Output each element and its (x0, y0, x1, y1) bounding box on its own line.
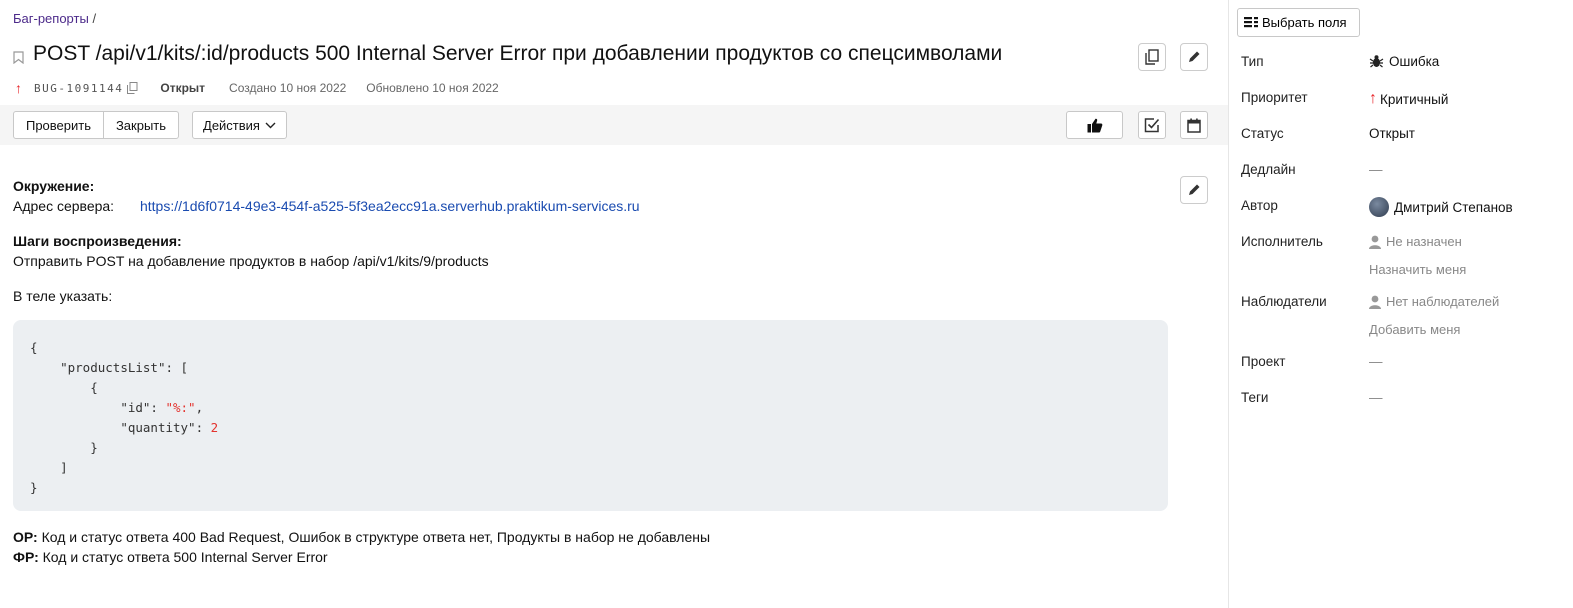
expected-label: ОР: (13, 529, 38, 545)
status-label: Статус (1241, 126, 1284, 141)
code-line: { (90, 380, 98, 395)
action-toolbar: Проверить Закрыть Действия (0, 105, 1228, 145)
select-fields-button[interactable]: Выбрать поля (1237, 8, 1360, 37)
server-url-link[interactable]: https://1d6f0714-49e3-454f-a525-5f3ea2ec… (140, 198, 640, 214)
updated-date: Обновлено 10 ноя 2022 (366, 81, 499, 95)
author-value[interactable]: Дмитрий Степанов (1369, 197, 1513, 217)
expected-text: Код и статус ответа 400 Bad Request, Оши… (41, 529, 711, 545)
priority-arrow-up-icon: ↑ (15, 80, 22, 96)
deadline-label: Дедлайн (1241, 162, 1296, 177)
user-icon (1369, 295, 1381, 309)
assignee-value-text: Не назначен (1386, 234, 1462, 249)
code-block: { "productsList": [ { "id": "%:", "quant… (13, 320, 1168, 511)
type-value-text: Ошибка (1389, 54, 1440, 69)
assign-me-link[interactable]: Назначить меня (1369, 262, 1466, 277)
priority-value[interactable]: ↑ Критичный (1369, 90, 1448, 108)
type-label: Тип (1241, 54, 1264, 69)
expected-result: ОР: Код и статус ответа 400 Bad Request,… (13, 529, 710, 545)
env-heading: Окружение: (13, 178, 94, 194)
status-badge: Открыт (160, 81, 206, 95)
code-line: ] (60, 460, 68, 475)
steps-heading: Шаги воспроизведения: (13, 233, 182, 249)
code-key: "productsList" (60, 360, 166, 375)
breadcrumb-separator: / (92, 11, 97, 26)
add-me-link[interactable]: Добавить меня (1369, 322, 1460, 337)
pencil-icon (1189, 184, 1200, 195)
code-line: } (30, 480, 38, 495)
server-label: Адрес сервера: (13, 198, 115, 214)
env-heading-text: Окружение: (13, 178, 95, 194)
deadline-value[interactable]: — (1369, 162, 1383, 177)
priority-value-text: Критичный (1380, 91, 1449, 107)
actual-text: Код и статус ответа 500 Internal Server … (42, 549, 328, 565)
step-1: Отправить POST на добавление продуктов в… (13, 253, 489, 269)
author-name: Дмитрий Степанов (1394, 199, 1513, 215)
actions-dropdown[interactable]: Действия (192, 111, 287, 139)
code-line: { (30, 340, 38, 355)
close-button[interactable]: Закрыть (103, 111, 179, 139)
code-key: "id" (120, 400, 151, 415)
chevron-down-icon (265, 122, 276, 128)
bug-icon (1369, 55, 1384, 68)
copy-link-button[interactable] (1138, 43, 1166, 71)
calendar-button[interactable] (1180, 111, 1208, 139)
issue-sidebar: Выбрать поля Тип Ошибка Приоритет ↑ Крит… (1228, 0, 1573, 608)
code-punct: : [ (165, 360, 189, 375)
thumbs-up-icon (1087, 118, 1102, 132)
assignee-label: Исполнитель (1241, 234, 1323, 249)
fields-list-icon (1244, 16, 1258, 27)
actual-label: ФР: (13, 549, 39, 565)
edit-description-button[interactable] (1180, 176, 1208, 204)
calendar-icon (1187, 118, 1201, 133)
actual-result: ФР: Код и статус ответа 500 Internal Ser… (13, 549, 328, 565)
breadcrumb: Баг-репорты / (13, 11, 96, 26)
copy-icon (1145, 49, 1159, 65)
bookmark-icon[interactable] (13, 50, 24, 64)
breadcrumb-link-bug-reports[interactable]: Баг-репорты (13, 11, 89, 26)
tags-value[interactable]: — (1369, 390, 1383, 405)
status-value[interactable]: Открыт (1369, 126, 1415, 141)
copy-key-icon[interactable] (127, 82, 138, 94)
server-row: Адрес сервера: https://1d6f0714-49e3-454… (13, 198, 640, 214)
priority-label: Приоритет (1241, 90, 1308, 105)
code-line: } (90, 440, 98, 455)
watchers-value[interactable]: Нет наблюдателей (1369, 294, 1499, 309)
user-icon (1369, 235, 1381, 249)
title-row: POST /api/v1/kits/:id/products 500 Inter… (13, 42, 1002, 66)
body-label: В теле указать: (13, 288, 113, 304)
type-value[interactable]: Ошибка (1369, 54, 1439, 69)
project-label: Проект (1241, 354, 1286, 369)
checklist-button[interactable] (1138, 111, 1166, 139)
checkbox-icon (1144, 118, 1160, 133)
assignee-value[interactable]: Не назначен (1369, 234, 1462, 249)
check-button[interactable]: Проверить (13, 111, 104, 139)
issue-main: Баг-репорты / POST /api/v1/kits/:id/prod… (0, 0, 1228, 608)
pencil-icon (1189, 51, 1200, 62)
avatar (1369, 197, 1389, 217)
code-key: "quantity" (120, 420, 196, 435)
code-number: 2 (210, 420, 219, 435)
watchers-label: Наблюдатели (1241, 294, 1327, 309)
project-value[interactable]: — (1369, 354, 1383, 369)
like-button[interactable] (1066, 111, 1123, 139)
tags-label: Теги (1241, 390, 1269, 405)
actions-label: Действия (203, 117, 260, 133)
watchers-value-text: Нет наблюдателей (1386, 294, 1500, 309)
steps-heading-text: Шаги воспроизведения: (13, 233, 182, 249)
issue-key[interactable]: BUG-1091144 (34, 82, 123, 95)
code-string: "%:" (165, 400, 196, 415)
page-title: POST /api/v1/kits/:id/products 500 Inter… (33, 42, 1003, 65)
issue-meta: ↑ BUG-1091144 Открыт Создано 10 ноя 2022… (15, 80, 499, 96)
author-label: Автор (1241, 198, 1278, 213)
created-date: Создано 10 ноя 2022 (229, 81, 347, 95)
arrow-up-icon: ↑ (1369, 90, 1377, 107)
edit-title-button[interactable] (1180, 43, 1208, 71)
select-fields-label: Выбрать поля (1262, 15, 1347, 30)
